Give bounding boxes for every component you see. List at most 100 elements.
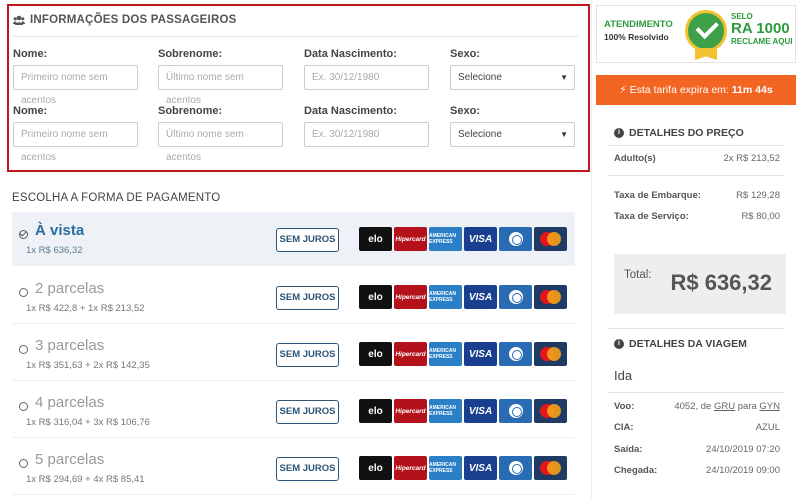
no-interest-button[interactable]: SEM JUROS: [276, 400, 339, 424]
no-interest-button[interactable]: SEM JUROS: [276, 228, 339, 252]
reclame-aqui-badge: ATENDIMENTO 100% Resolvido SELO RA 1000 …: [596, 5, 796, 63]
seal-check-icon: [685, 10, 727, 52]
payment-option[interactable]: 4 parcelas 1x R$ 316,04 + 3x R$ 106,76 SEM…: [12, 384, 575, 438]
sex-select-value: Selecione: [458, 129, 502, 140]
last-name-input[interactable]: Último nome sem acentos: [158, 65, 283, 106]
no-interest-button[interactable]: SEM JUROS: [276, 343, 339, 367]
mastercard-card-icon: [534, 399, 567, 423]
trip-details-title-text: DETALHES DA VIAGEM: [629, 338, 747, 350]
diners-card-icon: [499, 399, 532, 423]
mastercard-circle-orange: [547, 461, 561, 475]
hipercard-card-icon: Hipercard: [394, 342, 427, 366]
sidebar: ATENDIMENTO 100% Resolvido SELO RA 1000 …: [596, 0, 796, 500]
radio-button[interactable]: [19, 345, 28, 354]
hipercard-card-icon: Hipercard: [394, 285, 427, 309]
first-name-input[interactable]: Primeiro nome sem acentos: [13, 65, 138, 106]
fare-expiry-bar: ⚡ Esta tarifa expira em: 11m 44s: [596, 75, 796, 105]
last-name-label: Sobrenome:: [158, 105, 223, 117]
payment-option[interactable]: À vista 1x R$ 636,32 SEM JUROS elo Hipercard…: [12, 212, 575, 266]
sex-select[interactable]: Selecione ▼: [450, 65, 575, 90]
hipercard-card-icon: Hipercard: [394, 456, 427, 480]
fare-expiry-timer: 11m 44s: [731, 84, 773, 96]
departure-label: Saída:: [614, 444, 643, 455]
elo-card-icon: elo: [359, 399, 392, 423]
no-interest-button[interactable]: SEM JUROS: [276, 457, 339, 481]
payment-option-detail: 1x R$ 636,32: [26, 245, 83, 256]
arrival-value: 24/10/2019 09:00: [706, 465, 780, 476]
elo-card-icon: elo: [359, 227, 392, 251]
first-name-input[interactable]: Primeiro nome sem acentos: [13, 122, 138, 163]
card-brands: elo Hipercard AMERICAN EXPRESS VISA: [359, 399, 567, 423]
total-value: R$ 636,32: [670, 270, 772, 295]
first-name-label: Nome:: [13, 48, 48, 60]
visa-card-icon: VISA: [464, 399, 497, 423]
trip-direction: Ida: [614, 368, 633, 383]
arrival-label: Chegada:: [614, 465, 658, 476]
badge-service-text: ATENDIMENTO 100% Resolvido: [604, 18, 673, 44]
elo-card-icon: elo: [359, 456, 392, 480]
checkout-page: INFORMAÇÕES DOS PASSAGEIROS Nome: Sobren…: [0, 0, 800, 500]
diners-card-icon: [499, 456, 532, 480]
payment-option-detail: 1x R$ 422,8 + 1x R$ 213,52: [26, 303, 145, 314]
flight-origin: GRU: [713, 401, 736, 412]
birthdate-input[interactable]: Ex. 30/12/1980: [304, 122, 429, 147]
flight-value: 4052, de GRU para GYN: [674, 401, 780, 412]
mastercard-card-icon: [534, 456, 567, 480]
payment-option[interactable]: 5 parcelas 1x R$ 294,69 + 4x R$ 85,41 SEM …: [12, 441, 575, 495]
payment-option-label: À vista: [35, 222, 85, 239]
payment-option-label: 5 parcelas: [35, 451, 105, 468]
mastercard-circle-orange: [547, 347, 561, 361]
total-label: Total:: [624, 269, 652, 281]
amex-card-icon: AMERICAN EXPRESS: [429, 399, 462, 423]
no-interest-button[interactable]: SEM JUROS: [276, 286, 339, 310]
flight-label: Voo:: [614, 401, 635, 412]
payment-option-detail: 1x R$ 316,04 + 3x R$ 106,76: [26, 417, 150, 428]
amex-card-icon: AMERICAN EXPRESS: [429, 456, 462, 480]
total-box: Total: R$ 636,32: [614, 254, 786, 314]
radio-button[interactable]: [19, 459, 28, 468]
airline-label: CIA:: [614, 422, 634, 433]
radio-button[interactable]: [19, 402, 28, 411]
adults-label: Adulto(s): [614, 153, 656, 164]
diners-card-icon: [499, 285, 532, 309]
departure-value: 24/10/2019 07:20: [706, 444, 780, 455]
radio-button[interactable]: [19, 230, 28, 239]
payment-option-label: 4 parcelas: [35, 394, 105, 411]
hipercard-card-icon: Hipercard: [394, 399, 427, 423]
payment-option[interactable]: 3 parcelas 1x R$ 351,63 + 2x R$ 142,35 SEM…: [12, 327, 575, 381]
payment-option-label: 3 parcelas: [35, 337, 105, 354]
passenger-info-title: INFORMAÇÕES DOS PASSAGEIROS: [13, 14, 236, 26]
sex-label: Sexo:: [450, 105, 480, 117]
radio-button[interactable]: [19, 288, 28, 297]
flight-para: para: [737, 401, 757, 412]
diners-logo-icon: [508, 290, 523, 304]
payment-option[interactable]: 2 parcelas 1x R$ 422,8 + 1x R$ 213,52 SEM …: [12, 270, 575, 324]
divider: [608, 145, 784, 146]
last-name-input[interactable]: Último nome sem acentos: [158, 122, 283, 163]
sidebar-divider: [591, 0, 592, 500]
mastercard-circle-orange: [547, 404, 561, 418]
sex-select[interactable]: Selecione ▼: [450, 122, 575, 147]
diners-logo-icon: [508, 461, 523, 475]
seal-ribbon-icon: [695, 48, 717, 60]
card-brands: elo Hipercard AMERICAN EXPRESS VISA: [359, 227, 567, 251]
users-icon: [13, 15, 25, 25]
card-brands: elo Hipercard AMERICAN EXPRESS VISA: [359, 285, 567, 309]
first-name-label: Nome:: [13, 105, 48, 117]
info-icon: i: [614, 339, 624, 349]
passenger-info-panel: INFORMAÇÕES DOS PASSAGEIROS Nome: Sobren…: [7, 4, 590, 172]
birthdate-input[interactable]: Ex. 30/12/1980: [304, 65, 429, 90]
birthdate-label: Data Nascimento:: [304, 105, 397, 117]
payment-option-detail: 1x R$ 351,63 + 2x R$ 142,35: [26, 360, 150, 371]
amex-card-icon: AMERICAN EXPRESS: [429, 342, 462, 366]
card-brands: elo Hipercard AMERICAN EXPRESS VISA: [359, 342, 567, 366]
amex-card-icon: AMERICAN EXPRESS: [429, 285, 462, 309]
sex-select-value: Selecione: [458, 72, 502, 83]
badge-service-line1: ATENDIMENTO: [604, 19, 673, 30]
fare-expiry-text: Esta tarifa expira em:: [629, 84, 729, 96]
trip-details-title: i DETALHES DA VIAGEM: [614, 338, 747, 350]
payment-option-detail: 1x R$ 294,69 + 4x R$ 85,41: [26, 474, 145, 485]
elo-card-icon: elo: [359, 342, 392, 366]
airline-value: AZUL: [755, 422, 780, 433]
badge-seal-text: SELO RA 1000 RECLAME AQUI: [731, 12, 792, 46]
